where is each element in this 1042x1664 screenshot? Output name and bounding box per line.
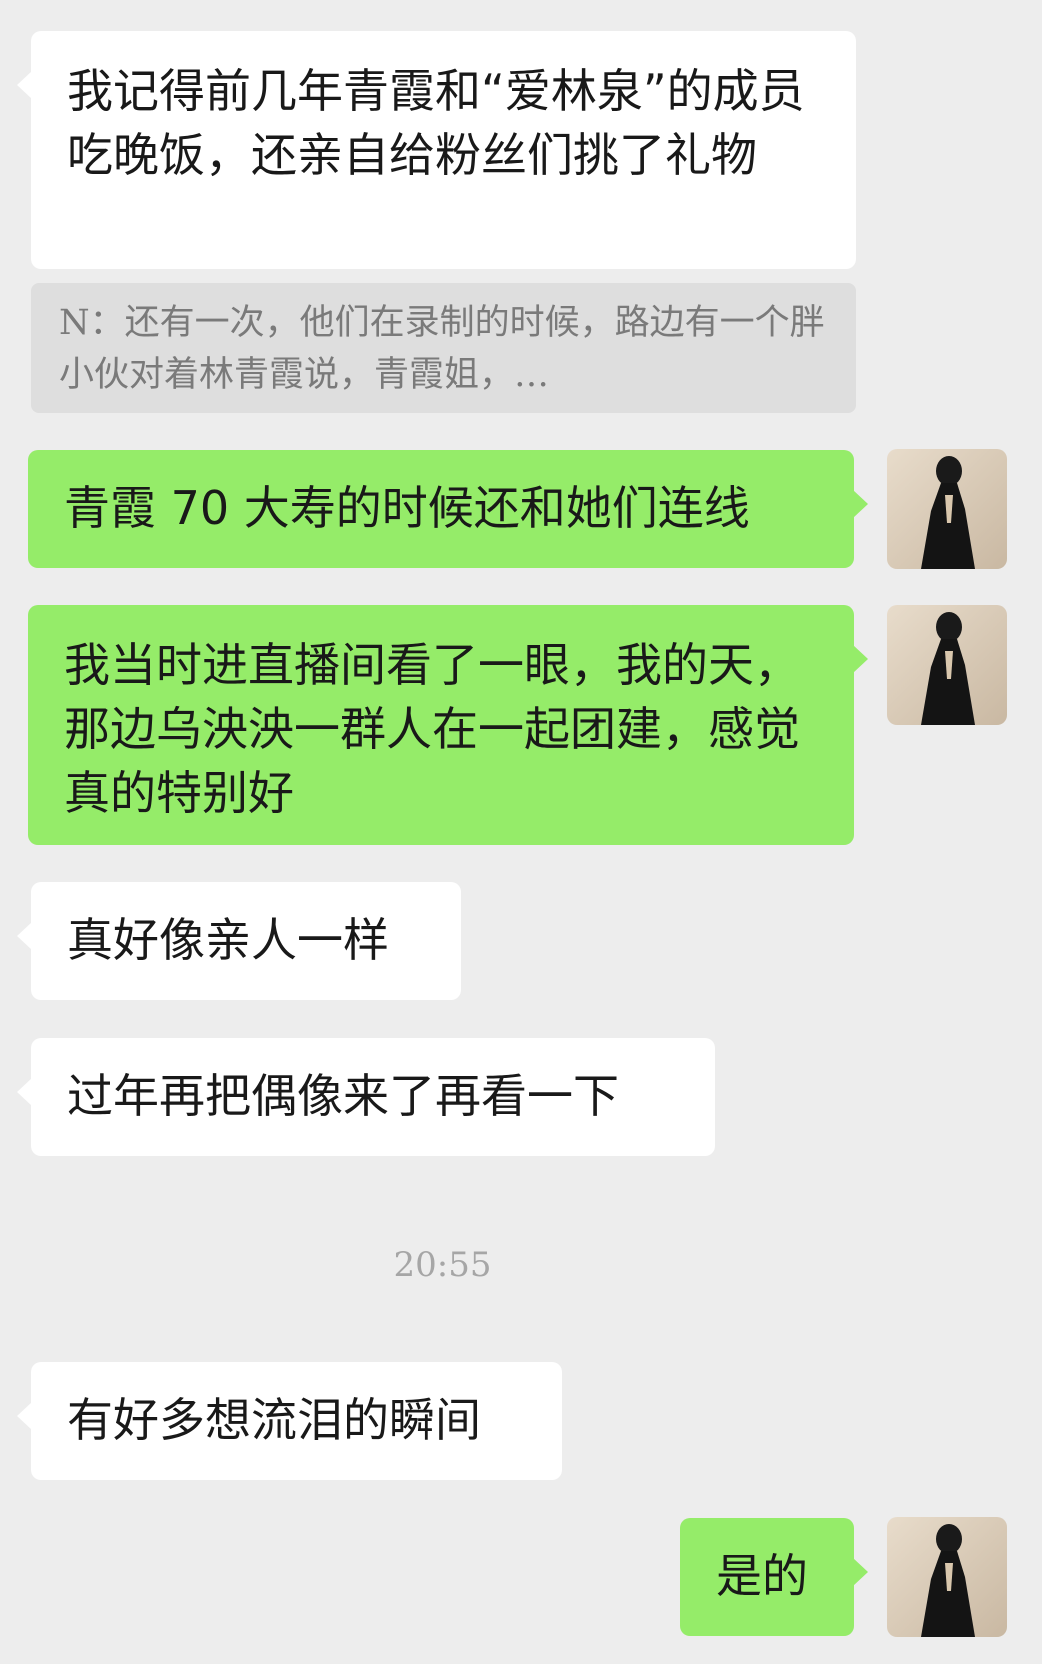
avatar-photo-icon [887, 605, 1007, 725]
avatar-photo-icon [887, 449, 1007, 569]
avatar-photo-icon [887, 1517, 1007, 1637]
message-bubble-incoming[interactable]: 我记得前几年青霞和“爱林泉”的成员吃晚饭，还亲自给粉丝们挑了礼物 [17, 31, 856, 269]
message-bubble-incoming[interactable]: 真好像亲人一样 [17, 882, 461, 1000]
message-text: 是的 [716, 1549, 808, 1603]
message-bubble-incoming[interactable]: 有好多想流泪的瞬间 [17, 1362, 562, 1480]
user-avatar[interactable] [887, 1517, 1007, 1637]
user-avatar[interactable] [887, 605, 1007, 725]
user-avatar[interactable] [887, 449, 1007, 569]
message-text: 我记得前几年青霞和“爱林泉”的成员吃晚饭，还亲自给粉丝们挑了礼物 [67, 64, 805, 182]
message-text: 青霞 70 大寿的时候还和她们连线 [64, 481, 750, 535]
message-bubble-outgoing[interactable]: 是的 [680, 1518, 868, 1636]
quoted-message-text: N：还有一次，他们在录制的时候，路边有一个胖小伙对着林青霞说，青霞姐，… [59, 303, 825, 395]
message-bubble-outgoing[interactable]: 我当时进直播间看了一眼，我的天，那边乌泱泱一群人在一起团建，感觉真的特别好 [28, 605, 868, 845]
chat-timestamp: 20:55 [393, 1245, 492, 1285]
quoted-message[interactable]: N：还有一次，他们在录制的时候，路边有一个胖小伙对着林青霞说，青霞姐，… [31, 283, 856, 413]
message-text: 有好多想流泪的瞬间 [67, 1393, 481, 1447]
message-text: 真好像亲人一样 [67, 913, 389, 967]
message-bubble-outgoing[interactable]: 青霞 70 大寿的时候还和她们连线 [28, 450, 868, 568]
message-text: 我当时进直播间看了一眼，我的天，那边乌泱泱一群人在一起团建，感觉真的特别好 [64, 638, 800, 820]
message-bubble-incoming[interactable]: 过年再把偶像来了再看一下 [17, 1038, 715, 1156]
message-text: 过年再把偶像来了再看一下 [67, 1069, 619, 1123]
